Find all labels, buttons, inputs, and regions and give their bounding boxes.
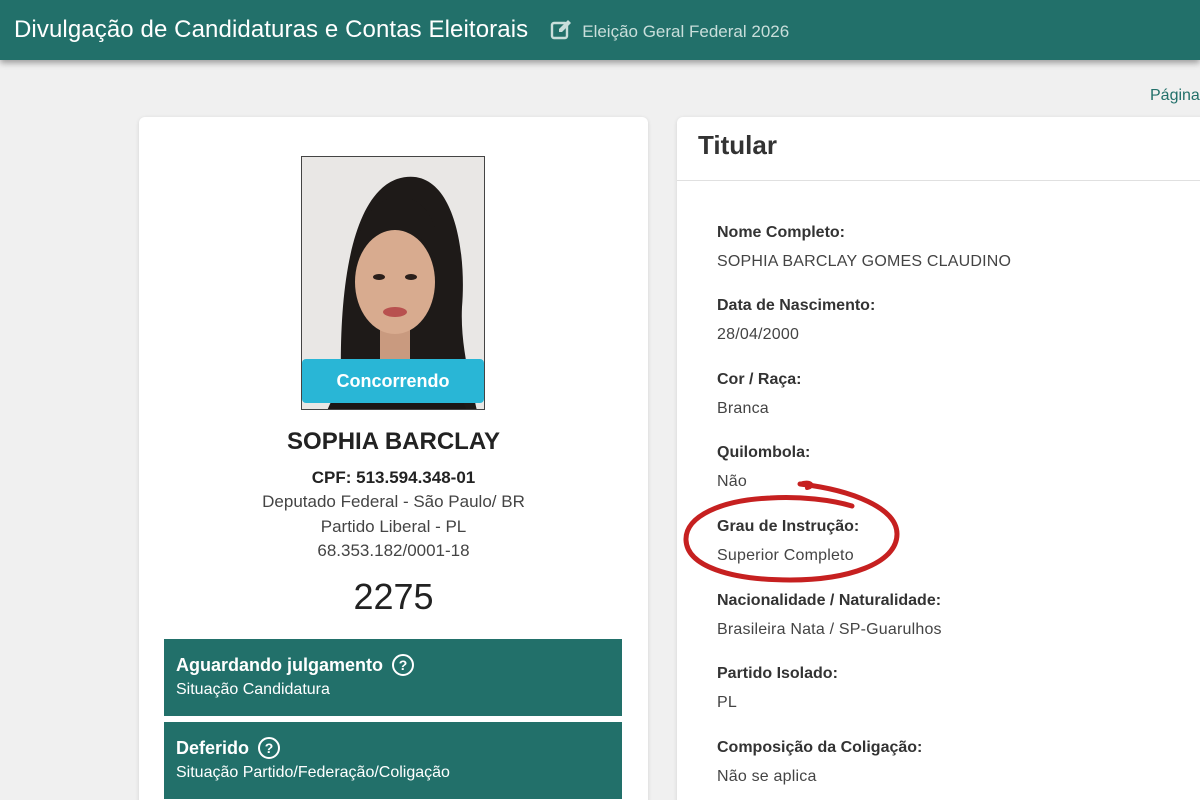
help-icon[interactable]: ? — [257, 736, 281, 760]
candidate-office: Deputado Federal - São Paulo/ BR — [262, 492, 525, 511]
field-value: Superior Completo — [717, 547, 854, 564]
page-link[interactable]: Página — [1150, 87, 1200, 105]
svg-text:?: ? — [265, 740, 274, 756]
party-status-title: Deferido — [176, 737, 250, 758]
candidate-number: 2275 — [353, 576, 434, 617]
party-status-subtitle: Situação Partido/Federação/Coligação — [176, 764, 450, 781]
candidate-party: Partido Liberal - PL — [320, 517, 467, 536]
help-icon[interactable]: ? — [391, 653, 415, 677]
field-label: Grau de Instrução: — [717, 518, 860, 535]
field-coalition: Composição da Coligação: Não se aplica — [717, 739, 922, 786]
top-bar: Divulgação de Candidaturas e Contas Elei… — [0, 0, 1200, 60]
field-label: Nacionalidade / Naturalidade: — [717, 592, 942, 609]
candidate-cpf: CPF: 513.594.348-01 — [311, 468, 476, 487]
field-race: Cor / Raça: Branca — [717, 371, 801, 418]
field-education: Grau de Instrução: Superior Completo — [717, 518, 859, 565]
edit-icon[interactable] — [550, 18, 574, 42]
field-value: Não se aplica — [717, 768, 817, 785]
details-card: Titular Nome Completo: SOPHIA BARCLAY GO… — [677, 117, 1200, 800]
party-status-box: Deferido ? Situação Partido/Federação/Co… — [164, 722, 622, 799]
field-label: Data de Nascimento: — [717, 297, 876, 314]
field-value: Branca — [717, 400, 769, 417]
svg-text:?: ? — [399, 657, 408, 673]
field-nationality: Nacionalidade / Naturalidade: Brasileira… — [717, 592, 942, 639]
candidacy-status-title: Aguardando julgamento — [176, 654, 383, 675]
candidate-card: Concorrendo SOPHIA BARCLAY CPF: 513.594.… — [139, 117, 648, 800]
field-label: Nome Completo: — [717, 224, 845, 241]
field-full-name: Nome Completo: SOPHIA BARCLAY GOMES CLAU… — [717, 224, 1011, 271]
field-label: Partido Isolado: — [717, 665, 838, 682]
field-value: PL — [717, 694, 737, 711]
field-label: Composição da Coligação: — [717, 739, 923, 756]
field-label: Cor / Raça: — [717, 371, 802, 388]
divider — [677, 180, 1200, 181]
field-value: SOPHIA BARCLAY GOMES CLAUDINO — [717, 253, 1012, 270]
field-value: Não — [717, 473, 747, 490]
field-birth-date: Data de Nascimento: 28/04/2000 — [717, 297, 875, 344]
candidate-photo: Concorrendo — [301, 156, 485, 410]
candidate-cnpj: 68.353.182/0001-18 — [317, 541, 470, 560]
status-tag: Concorrendo — [302, 359, 484, 403]
field-label: Quilombola: — [717, 444, 811, 461]
candidate-name: SOPHIA BARCLAY — [287, 428, 500, 455]
app-title: Divulgação de Candidaturas e Contas Elei… — [14, 16, 529, 43]
field-party: Partido Isolado: PL — [717, 665, 838, 712]
field-quilombola: Quilombola: Não — [717, 444, 810, 491]
election-name[interactable]: Eleição Geral Federal 2026 — [582, 22, 789, 42]
field-value: Brasileira Nata / SP-Guarulhos — [717, 621, 942, 638]
panel-title: Titular — [698, 130, 777, 160]
field-value: 28/04/2000 — [717, 326, 800, 343]
candidacy-status-subtitle: Situação Candidatura — [176, 681, 330, 698]
candidacy-status-box: Aguardando julgamento ? Situação Candida… — [164, 639, 622, 716]
